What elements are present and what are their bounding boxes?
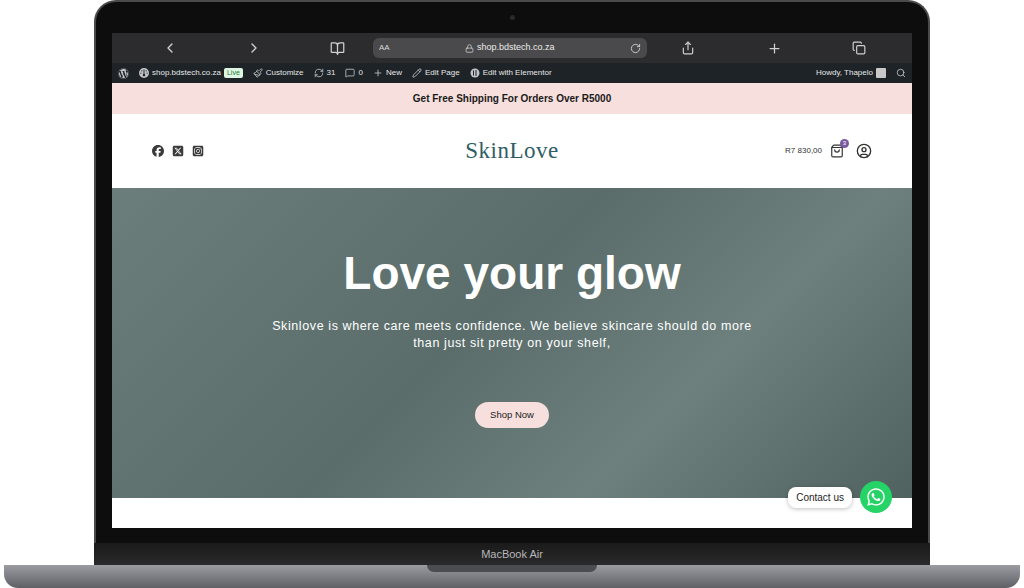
comment-icon [345,68,355,78]
chat-widget[interactable]: Contact us [788,481,892,513]
tabs-icon[interactable] [852,41,866,55]
admin-bar-item[interactable]: New [373,67,402,79]
contact-us-label[interactable]: Contact us [788,487,852,508]
screen: AA shop.bdstech.co.za shop.bdstech.co.zaLi… [112,33,912,528]
updates-icon [314,68,324,78]
avatar-icon [876,68,886,78]
plus-icon [373,68,383,78]
x-icon[interactable] [172,145,184,157]
site-header: SkinLove R7 830,00 3 [112,114,912,188]
laptop-lid: AA shop.bdstech.co.za shop.bdstech.co.zaLi… [94,0,930,543]
brush-icon [253,68,263,78]
top-bezel [112,2,912,33]
laptop-chin: MacBook Air [94,543,930,565]
hero-text: Skinlove is where care meets confidence.… [272,318,752,352]
shop-now-button[interactable]: Shop Now [475,402,549,428]
whatsapp-button[interactable] [860,481,892,513]
bookmarks-icon[interactable] [330,41,345,56]
pencil-icon [412,68,422,78]
laptop-base [4,565,1020,588]
cart-total[interactable]: R7 830,00 [785,145,822,157]
site-link[interactable]: shop.bdstech.co.zaLive [139,67,243,79]
page: AA shop.bdstech.co.za shop.bdstech.co.zaLi… [0,0,1024,588]
admin-bar-item[interactable]: 31 [314,67,336,79]
admin-bar: shop.bdstech.co.zaLive Customize 31 0 New Edi… [112,63,912,83]
back-icon[interactable] [162,40,178,56]
live-badge: Live [224,68,243,78]
reload-icon[interactable] [630,43,641,54]
browser-toolbar: AA shop.bdstech.co.za [112,33,912,63]
announcement-bar: Get Free Shipping For Orders Over R5000 [112,83,912,114]
admin-bar-item[interactable]: Customize [253,67,304,79]
account-menu[interactable]: Howdy, Thapelo [816,67,886,79]
elementor-icon [470,68,480,78]
cart-count-badge: 3 [840,139,849,148]
new-tab-icon[interactable] [767,41,782,56]
lock-icon [465,44,474,53]
bottom-bezel [112,528,912,543]
hero: Love your glow Skinlove is where care mee… [112,188,912,498]
search-icon[interactable] [896,68,906,78]
share-icon[interactable] [681,41,695,55]
admin-bar-item[interactable]: Edit with Elementor [470,67,552,79]
whatsapp-icon [866,487,886,507]
instagram-icon[interactable] [192,145,204,157]
address-bar[interactable]: AA shop.bdstech.co.za [373,38,647,58]
account-icon[interactable] [856,143,872,159]
hero-title: Love your glow [343,248,680,299]
url-text: shop.bdstech.co.za [477,41,555,55]
forward-icon[interactable] [246,40,262,56]
cart-button[interactable]: 3 [830,144,844,158]
facebook-icon[interactable] [152,145,164,157]
reader-button[interactable]: AA [379,42,390,54]
base-notch [427,565,597,572]
device-label: MacBook Air [481,546,543,563]
site-logo[interactable]: SkinLove [465,134,558,169]
admin-bar-item[interactable]: 0 [345,67,362,79]
wordpress-icon[interactable] [118,68,129,79]
admin-bar-item[interactable]: Edit Page [412,67,460,79]
dashboard-icon [139,68,149,78]
camera-icon [510,15,515,20]
